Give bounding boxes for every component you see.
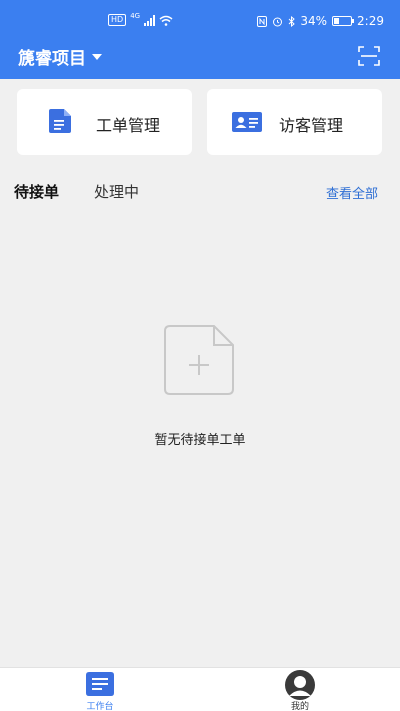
profile-avatar-icon [285, 670, 315, 700]
caret-down-icon [92, 53, 102, 60]
tab-processing[interactable]: 处理中 [94, 181, 139, 202]
clock: 2:29 [357, 14, 384, 28]
document-icon [49, 109, 71, 133]
bottom-nav: 工作台 我的 [0, 667, 400, 711]
workbench-icon [86, 672, 114, 696]
battery-percent: 34% [300, 14, 328, 28]
wifi-icon [159, 15, 173, 26]
signal-icon [144, 14, 156, 26]
app-header: HD 4G 34% 2:29 篪睿项目 [0, 0, 400, 79]
scan-icon[interactable] [358, 46, 380, 66]
order-tabs: 待接单 处理中 查看全部 [0, 181, 400, 205]
project-title: 篪睿项目 [18, 49, 86, 69]
bluetooth-icon [289, 15, 296, 27]
visitor-card[interactable]: 访客管理 [207, 89, 382, 155]
nav-workbench[interactable]: 工作台 [40, 668, 160, 711]
nav-mine[interactable]: 我的 [240, 668, 360, 711]
visitor-label: 访客管理 [279, 116, 344, 135]
network-type: 4G [130, 12, 141, 20]
empty-state-message: 暂无待接单工单 [154, 433, 246, 448]
work-order-card[interactable]: 工单管理 [17, 89, 192, 155]
id-card-icon [232, 112, 262, 132]
status-bar-right: 34% 2:29 [257, 14, 384, 28]
project-selector[interactable]: 篪睿项目 [18, 44, 102, 69]
nav-workbench-label: 工作台 [86, 702, 114, 711]
tab-pending[interactable]: 待接单 [14, 181, 59, 202]
empty-document-plus-icon [164, 325, 234, 395]
status-bar-left: HD 4G [108, 12, 173, 26]
hd-badge: HD [108, 14, 127, 26]
nfc-icon [257, 15, 268, 27]
nav-mine-label: 我的 [290, 702, 309, 711]
alarm-icon [273, 17, 283, 26]
status-bar: HD 4G 34% 2:29 [0, 10, 400, 34]
view-all-link[interactable]: 查看全部 [326, 183, 378, 202]
battery-icon [332, 16, 355, 26]
work-order-label: 工单管理 [96, 116, 161, 135]
